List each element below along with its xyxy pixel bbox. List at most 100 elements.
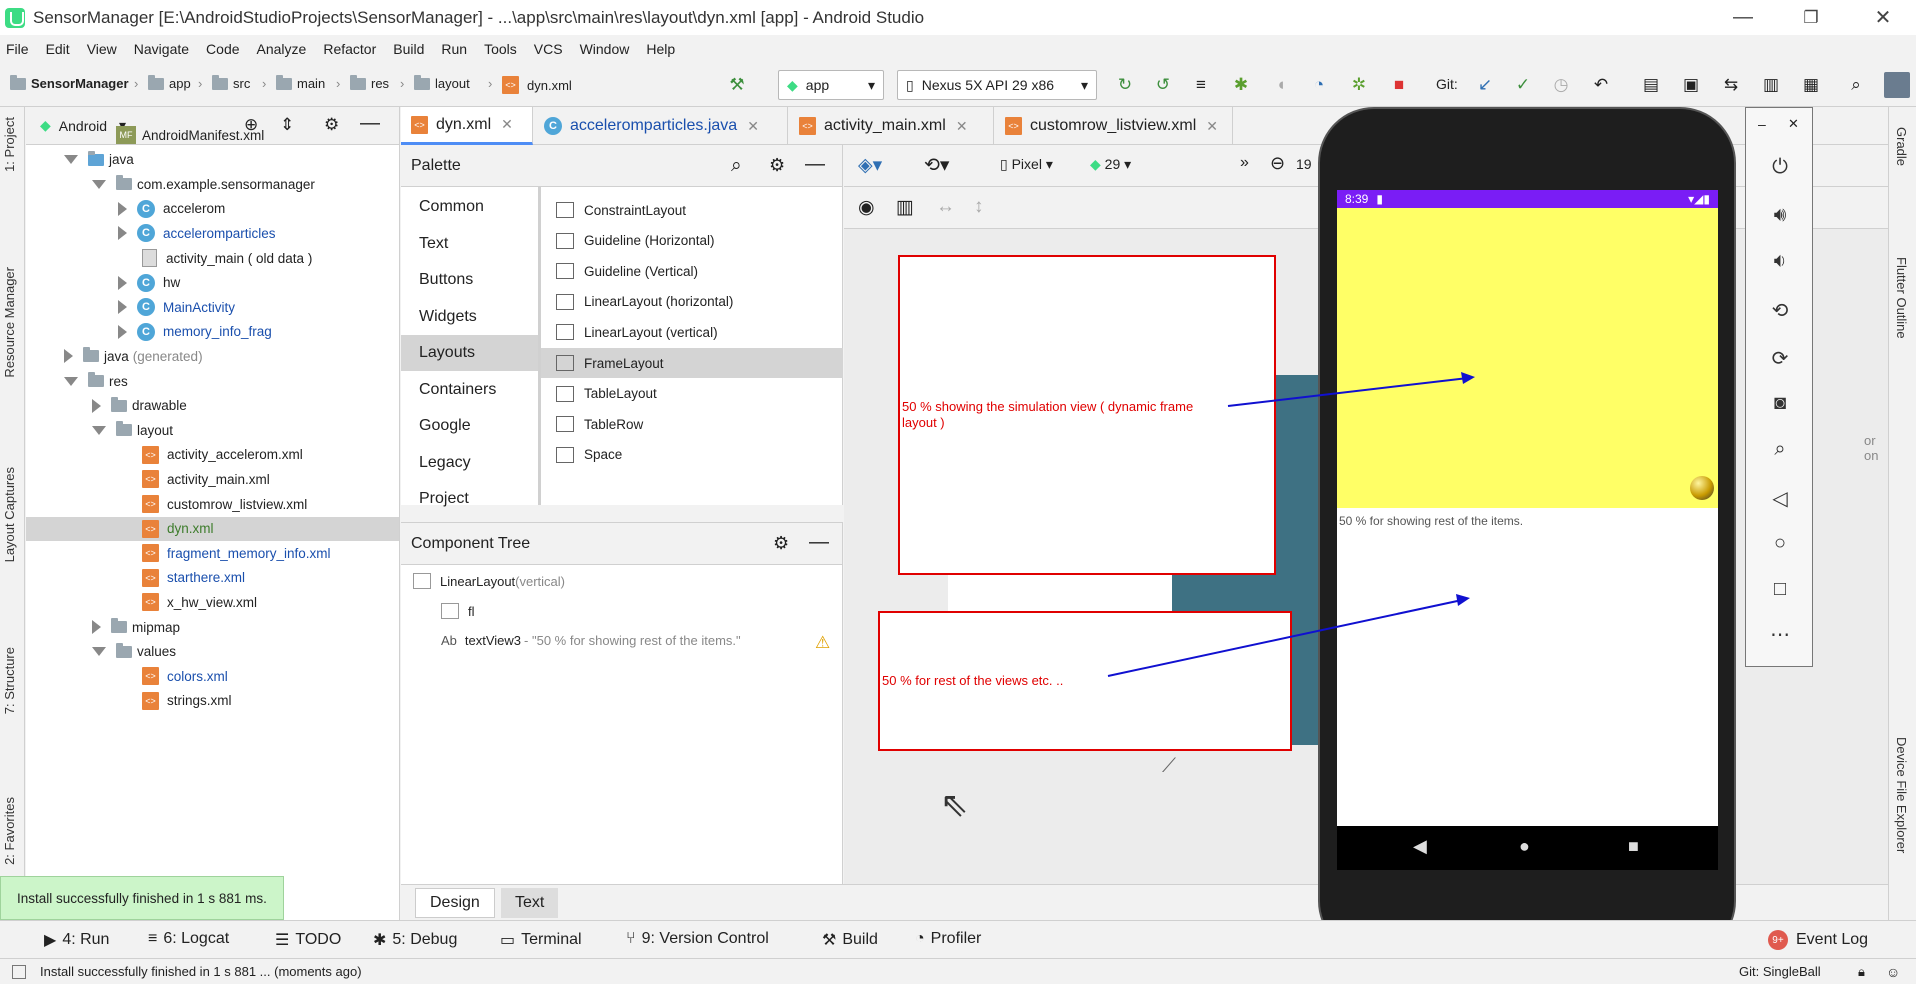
avd-manager-icon[interactable]: ⇆ <box>1720 74 1742 96</box>
orientation-icon[interactable]: ⟲▾ <box>924 154 949 177</box>
apply-changes-icon[interactable]: ↻ <box>1114 74 1136 96</box>
tab-project[interactable]: 1: Project <box>2 117 17 172</box>
search-icon[interactable]: ⌕ <box>731 155 742 177</box>
palette-item[interactable]: FrameLayout <box>541 348 843 378</box>
collapse-icon[interactable] <box>118 300 127 315</box>
warning-icon[interactable]: ⚠ <box>815 633 830 653</box>
menu-edit[interactable]: Edit <box>46 41 70 57</box>
back-icon[interactable]: ◁ <box>1746 486 1814 511</box>
expand-icon[interactable] <box>92 179 106 189</box>
device-select[interactable]: ▯ Nexus 5X API 29 x86 ▾ <box>897 70 1097 100</box>
close-emulator-icon[interactable]: ✕ <box>1788 116 1799 132</box>
git-commit-icon[interactable]: ✓ <box>1512 74 1534 96</box>
menu-refactor[interactable]: Refactor <box>323 41 376 57</box>
tree-item[interactable]: Cacceleromparticles <box>26 221 399 245</box>
tree-item[interactable]: Chw <box>26 271 399 295</box>
project-structure-icon[interactable]: ▤ <box>1640 74 1662 96</box>
home-icon[interactable]: ● <box>1519 836 1530 857</box>
breadcrumb-src[interactable]: src <box>212 74 250 91</box>
tool-terminal[interactable]: ▭ Terminal <box>500 930 582 950</box>
more-icon[interactable]: ⋯ <box>1746 622 1814 647</box>
coverage-icon[interactable]: ◖ <box>1270 74 1292 96</box>
close-icon[interactable]: ✕ <box>747 118 759 135</box>
tree-node-linearlayout[interactable]: LinearLayout (vertical) <box>413 573 565 589</box>
collapse-icon[interactable] <box>92 398 101 413</box>
palette-item[interactable]: TableRow <box>541 409 843 439</box>
tree-item[interactable]: <> x_hw_view.xml <box>26 590 399 614</box>
close-icon[interactable]: ✕ <box>501 116 513 133</box>
palette-category[interactable]: Layouts <box>401 335 538 371</box>
camera-icon[interactable]: ◙ <box>1746 392 1814 415</box>
palette-category[interactable]: Buttons <box>401 262 538 298</box>
recents-icon[interactable]: ■ <box>1628 836 1639 857</box>
breadcrumb-main[interactable]: main <box>276 74 325 91</box>
tree-item[interactable]: C MainActivity <box>26 295 399 319</box>
resize-handle-icon[interactable]: ⟋ <box>1162 755 1176 778</box>
run-list-icon[interactable]: ≡ <box>1190 74 1212 96</box>
tab-design[interactable]: Design <box>415 888 495 918</box>
menu-analyze[interactable]: Analyze <box>257 41 307 57</box>
tab-favorites[interactable]: 2: Favorites <box>2 797 17 865</box>
tool-event-log[interactable]: 9+ Event Log <box>1768 930 1868 950</box>
tab-resource-manager[interactable]: Resource Manager <box>2 267 17 378</box>
power-icon[interactable]: ⏻ <box>1746 156 1814 179</box>
breadcrumb-file[interactable]: <> dyn.xml <box>502 76 572 94</box>
apply-code-changes-icon[interactable]: ↺ <box>1152 74 1174 96</box>
collapse-icon[interactable] <box>118 201 127 216</box>
menu-build[interactable]: Build <box>393 41 424 57</box>
status-message[interactable]: Install successfully finished in 1 s 881… <box>40 964 362 979</box>
tree-item[interactable]: <> fragment_memory_info.xml <box>26 541 399 565</box>
git-update-icon[interactable]: ↙ <box>1474 74 1496 96</box>
tree-item[interactable]: MF AndroidManifest.xml <box>26 123 399 147</box>
tab-acceleromparticles-java[interactable]: Cacceleromparticles.java ✕ <box>534 107 788 145</box>
install-notification[interactable]: Install successfully finished in 1 s 881… <box>0 876 284 920</box>
tool-todo[interactable]: ☰ TODO <box>275 930 341 950</box>
collapse-icon[interactable] <box>64 349 73 364</box>
tool-profiler[interactable]: ◔ Profiler <box>915 930 981 948</box>
tab-structure[interactable]: 7: Structure <box>2 647 17 714</box>
palette-category[interactable]: Google <box>401 408 538 444</box>
tree-item[interactable]: java (generated) <box>26 344 399 368</box>
tree-item[interactable]: drawable <box>26 394 399 418</box>
palette-category[interactable]: Project <box>401 481 538 517</box>
layout-inspector-icon[interactable]: ▦ <box>1800 74 1822 96</box>
gear-icon[interactable]: ⚙ <box>773 533 789 554</box>
tree-item[interactable]: <> dyn.xml <box>26 516 399 541</box>
expand-icon[interactable] <box>64 376 78 386</box>
tree-item[interactable]: <> strings.xml <box>26 689 399 713</box>
volume-up-icon[interactable]: 🔊︎ <box>1746 204 1814 227</box>
frame-layout-simulation[interactable] <box>1337 208 1718 508</box>
tree-item[interactable]: layout <box>26 418 399 442</box>
git-branch[interactable]: Git: SingleBall <box>1739 964 1821 979</box>
palette-item[interactable]: LinearLayout (horizontal) <box>541 287 843 317</box>
eye-icon[interactable]: ◉ <box>858 196 875 219</box>
minimize-button[interactable]: — <box>1712 0 1774 35</box>
volume-down-icon[interactable]: 🔉︎ <box>1746 250 1814 273</box>
tab-text[interactable]: Text <box>501 888 559 918</box>
blueprint-icon[interactable]: ▥ <box>896 196 914 219</box>
collapse-icon[interactable] <box>118 226 127 241</box>
tree-item[interactable]: com.example.sensormanager <box>26 172 399 196</box>
git-history-icon[interactable]: ◷ <box>1550 74 1572 96</box>
palette-item[interactable]: Guideline (Horizontal) <box>541 226 843 256</box>
device-preview-select[interactable]: ▯ Pixel ▾ <box>1000 156 1053 173</box>
breadcrumb-app[interactable]: app <box>148 74 191 91</box>
menu-vcs[interactable]: VCS <box>534 41 563 57</box>
profile-icon[interactable]: ◔ <box>1308 74 1330 96</box>
lock-icon[interactable]: 🔒︎ <box>1858 964 1865 980</box>
home-icon[interactable]: ○ <box>1746 532 1814 555</box>
tree-item[interactable]: Cmemory_info_frag <box>26 320 399 344</box>
attach-debugger-icon[interactable]: ✲ <box>1348 74 1370 96</box>
palette-category[interactable]: Common <box>401 189 538 225</box>
breadcrumb-layout[interactable]: layout <box>414 74 470 91</box>
search-icon[interactable]: ⌕ <box>1845 74 1867 96</box>
restore-button[interactable]: ❐ <box>1780 0 1842 35</box>
expand-horizontal-icon[interactable]: ↔ <box>936 196 955 218</box>
stop-icon[interactable]: ■ <box>1388 74 1410 96</box>
tool-windows-icon[interactable] <box>12 964 26 979</box>
layers-icon[interactable]: ◈▾ <box>858 154 882 177</box>
avatar[interactable] <box>1884 72 1910 98</box>
tree-item[interactable]: mipmap <box>26 615 399 639</box>
tab-gradle[interactable]: Gradle <box>1894 127 1909 166</box>
back-icon[interactable]: ◀ <box>1413 836 1427 857</box>
